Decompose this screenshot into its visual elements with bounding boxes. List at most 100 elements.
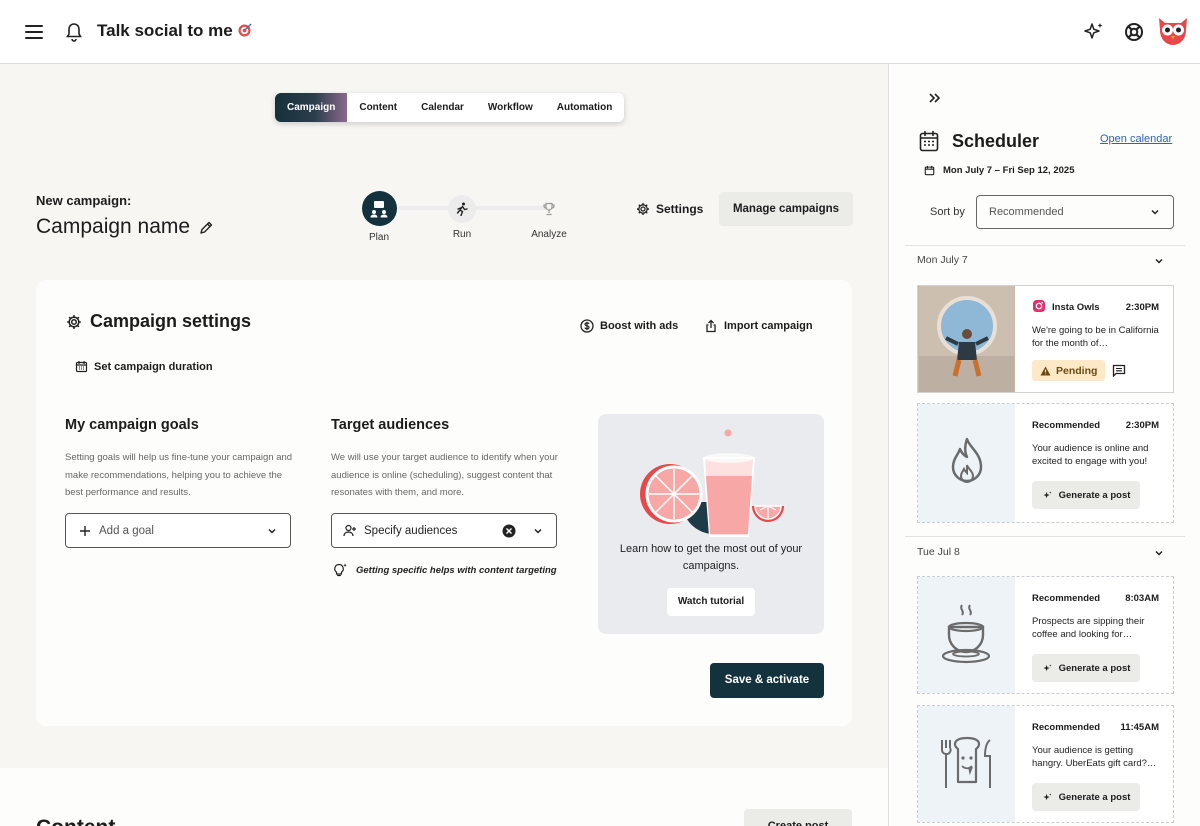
- tip-text: Getting specific helps with content targ…: [356, 564, 557, 576]
- post-time: 8:03AM: [1125, 593, 1159, 604]
- scheduler-panel: Scheduler Open calendar Mon July 7 – Fri…: [888, 64, 1200, 826]
- hamburger-menu-icon[interactable]: [22, 20, 46, 44]
- generate-post-button[interactable]: Generate a post: [1032, 481, 1140, 509]
- tab-content[interactable]: Content: [347, 93, 409, 122]
- date-range-text: Mon July 7 – Fri Sep 12, 2025: [943, 165, 1075, 176]
- warning-icon: [1040, 366, 1051, 375]
- ai-sparkle-icon[interactable]: [1082, 20, 1106, 44]
- audiences-placeholder: Specify audiences: [364, 524, 458, 537]
- day-label: Tue Jul 8: [917, 546, 960, 558]
- app-title: Talk social to me: [97, 21, 253, 41]
- open-calendar-link[interactable]: Open calendar: [1100, 133, 1172, 145]
- content-section: Content Create post: [0, 768, 888, 826]
- divider: [905, 245, 1185, 246]
- specify-audiences-select[interactable]: Specify audiences: [331, 513, 557, 548]
- chevron-down-icon: [1151, 209, 1159, 215]
- running-figure-icon: [448, 195, 476, 223]
- pending-status-badge: Pending: [1032, 360, 1106, 381]
- manage-campaigns-button[interactable]: Manage campaigns: [719, 192, 853, 226]
- edit-pencil-icon[interactable]: [198, 219, 214, 235]
- audiences-title: Target audiences: [331, 417, 450, 433]
- trophy-icon: [535, 195, 563, 223]
- recommended-slot-card[interactable]: Recommended 8:03AM Prospects are sipping…: [917, 576, 1174, 694]
- campaign-name[interactable]: Campaign name: [36, 215, 190, 239]
- import-label: Import campaign: [724, 320, 813, 332]
- collapse-panel-icon[interactable]: [927, 90, 943, 106]
- step-label: Run: [452, 229, 472, 240]
- clear-circle-icon[interactable]: [502, 524, 516, 538]
- share-upload-icon: [706, 319, 716, 333]
- owl-avatar-icon[interactable]: [1156, 14, 1190, 48]
- card-title-text: Campaign settings: [90, 311, 252, 331]
- post-time: 2:30PM: [1125, 302, 1159, 313]
- post-account: Recommended: [1032, 593, 1101, 604]
- post-account: Insta Owls: [1052, 302, 1100, 313]
- sort-value: Recommended: [989, 206, 1064, 218]
- plus-icon: [80, 525, 90, 536]
- post-time: 11:45AM: [1120, 722, 1159, 733]
- chevron-down-icon[interactable]: [1153, 547, 1165, 559]
- generate-post-button[interactable]: Generate a post: [1032, 654, 1140, 682]
- step-plan[interactable]: Plan: [344, 191, 414, 243]
- divider: [905, 536, 1185, 537]
- scheduled-post-card[interactable]: Insta Owls 2:30PM We're going to be in C…: [917, 285, 1174, 393]
- watch-tutorial-button[interactable]: Watch tutorial: [667, 588, 755, 616]
- post-thumbnail: [918, 706, 1015, 822]
- recommended-slot-card[interactable]: Recommended 2:30PM Your audience is onli…: [917, 403, 1174, 523]
- recommended-slot-card[interactable]: Recommended 11:45AM Your audience is get…: [917, 705, 1174, 823]
- chevron-down-icon[interactable]: [1153, 255, 1165, 267]
- chevron-down-icon: [534, 528, 542, 534]
- boost-with-ads-button[interactable]: Boost with ads: [580, 319, 678, 333]
- dollar-circle-icon: [580, 319, 594, 333]
- generate-label: Generate a post: [1058, 662, 1131, 674]
- main-content: Campaign Content Calendar Workflow Autom…: [0, 64, 888, 826]
- tab-campaign[interactable]: Campaign: [275, 93, 348, 122]
- tab-calendar[interactable]: Calendar: [409, 93, 476, 122]
- tab-automation[interactable]: Automation: [545, 93, 625, 122]
- calendar-icon: [919, 131, 939, 152]
- create-post-button[interactable]: Create post: [744, 809, 852, 826]
- save-activate-button[interactable]: Save & activate: [710, 663, 824, 698]
- post-account: Recommended: [1032, 722, 1101, 733]
- step-label: Plan: [368, 232, 389, 243]
- post-thumbnail: [918, 404, 1015, 522]
- top-bar: Talk social to me: [0, 0, 1200, 64]
- tab-workflow[interactable]: Workflow: [476, 93, 545, 122]
- import-campaign-button[interactable]: Import campaign: [704, 319, 813, 333]
- instagram-icon: [1033, 300, 1045, 312]
- flame-icon: [951, 437, 982, 483]
- goal-placeholder: Add a goal: [99, 524, 154, 537]
- generate-label: Generate a post: [1058, 489, 1131, 501]
- view-tabs: Campaign Content Calendar Workflow Autom…: [275, 93, 625, 122]
- post-text: Prospects are sipping their coffee and l…: [1032, 616, 1145, 640]
- set-campaign-duration-button[interactable]: Set campaign duration: [75, 360, 213, 373]
- add-goal-select[interactable]: Add a goal: [65, 513, 291, 548]
- content-section-title: Content: [36, 816, 115, 826]
- settings-label: Settings: [656, 202, 704, 216]
- scheduler-title: Scheduler: [952, 131, 1040, 151]
- settings-button[interactable]: Settings: [636, 202, 703, 216]
- duration-label: Set campaign duration: [94, 360, 213, 373]
- generate-label: Generate a post: [1058, 791, 1131, 803]
- sort-by-select[interactable]: Recommended: [976, 195, 1174, 229]
- add-person-icon: [343, 524, 356, 537]
- ai-sparkle-icon: [1042, 490, 1051, 498]
- bell-icon[interactable]: [64, 20, 84, 44]
- boost-label: Boost with ads: [600, 320, 679, 332]
- comment-icon[interactable]: [1112, 364, 1126, 377]
- campaign-settings-card: Campaign settings Boost with ads Import …: [36, 280, 852, 726]
- new-campaign-label: New campaign:: [36, 193, 132, 208]
- ai-sparkle-icon: [1042, 663, 1051, 671]
- step-analyze[interactable]: Analyze: [514, 195, 584, 240]
- card-title: Campaign settings: [66, 311, 251, 332]
- step-run[interactable]: Run: [427, 195, 497, 240]
- help-lifebuoy-icon[interactable]: [1122, 20, 1146, 44]
- post-text: Your audience is online and excited to e…: [1032, 443, 1149, 467]
- post-text: Your audience is getting hangry. UberEat…: [1032, 745, 1157, 769]
- generate-post-button[interactable]: Generate a post: [1032, 783, 1140, 811]
- coffee-cup-icon: [941, 604, 990, 664]
- ai-sparkle-icon: [1042, 792, 1051, 800]
- status-text: Pending: [1056, 364, 1098, 377]
- day-label: Mon July 7: [917, 254, 968, 266]
- date-range: Mon July 7 – Fri Sep 12, 2025: [924, 165, 1074, 176]
